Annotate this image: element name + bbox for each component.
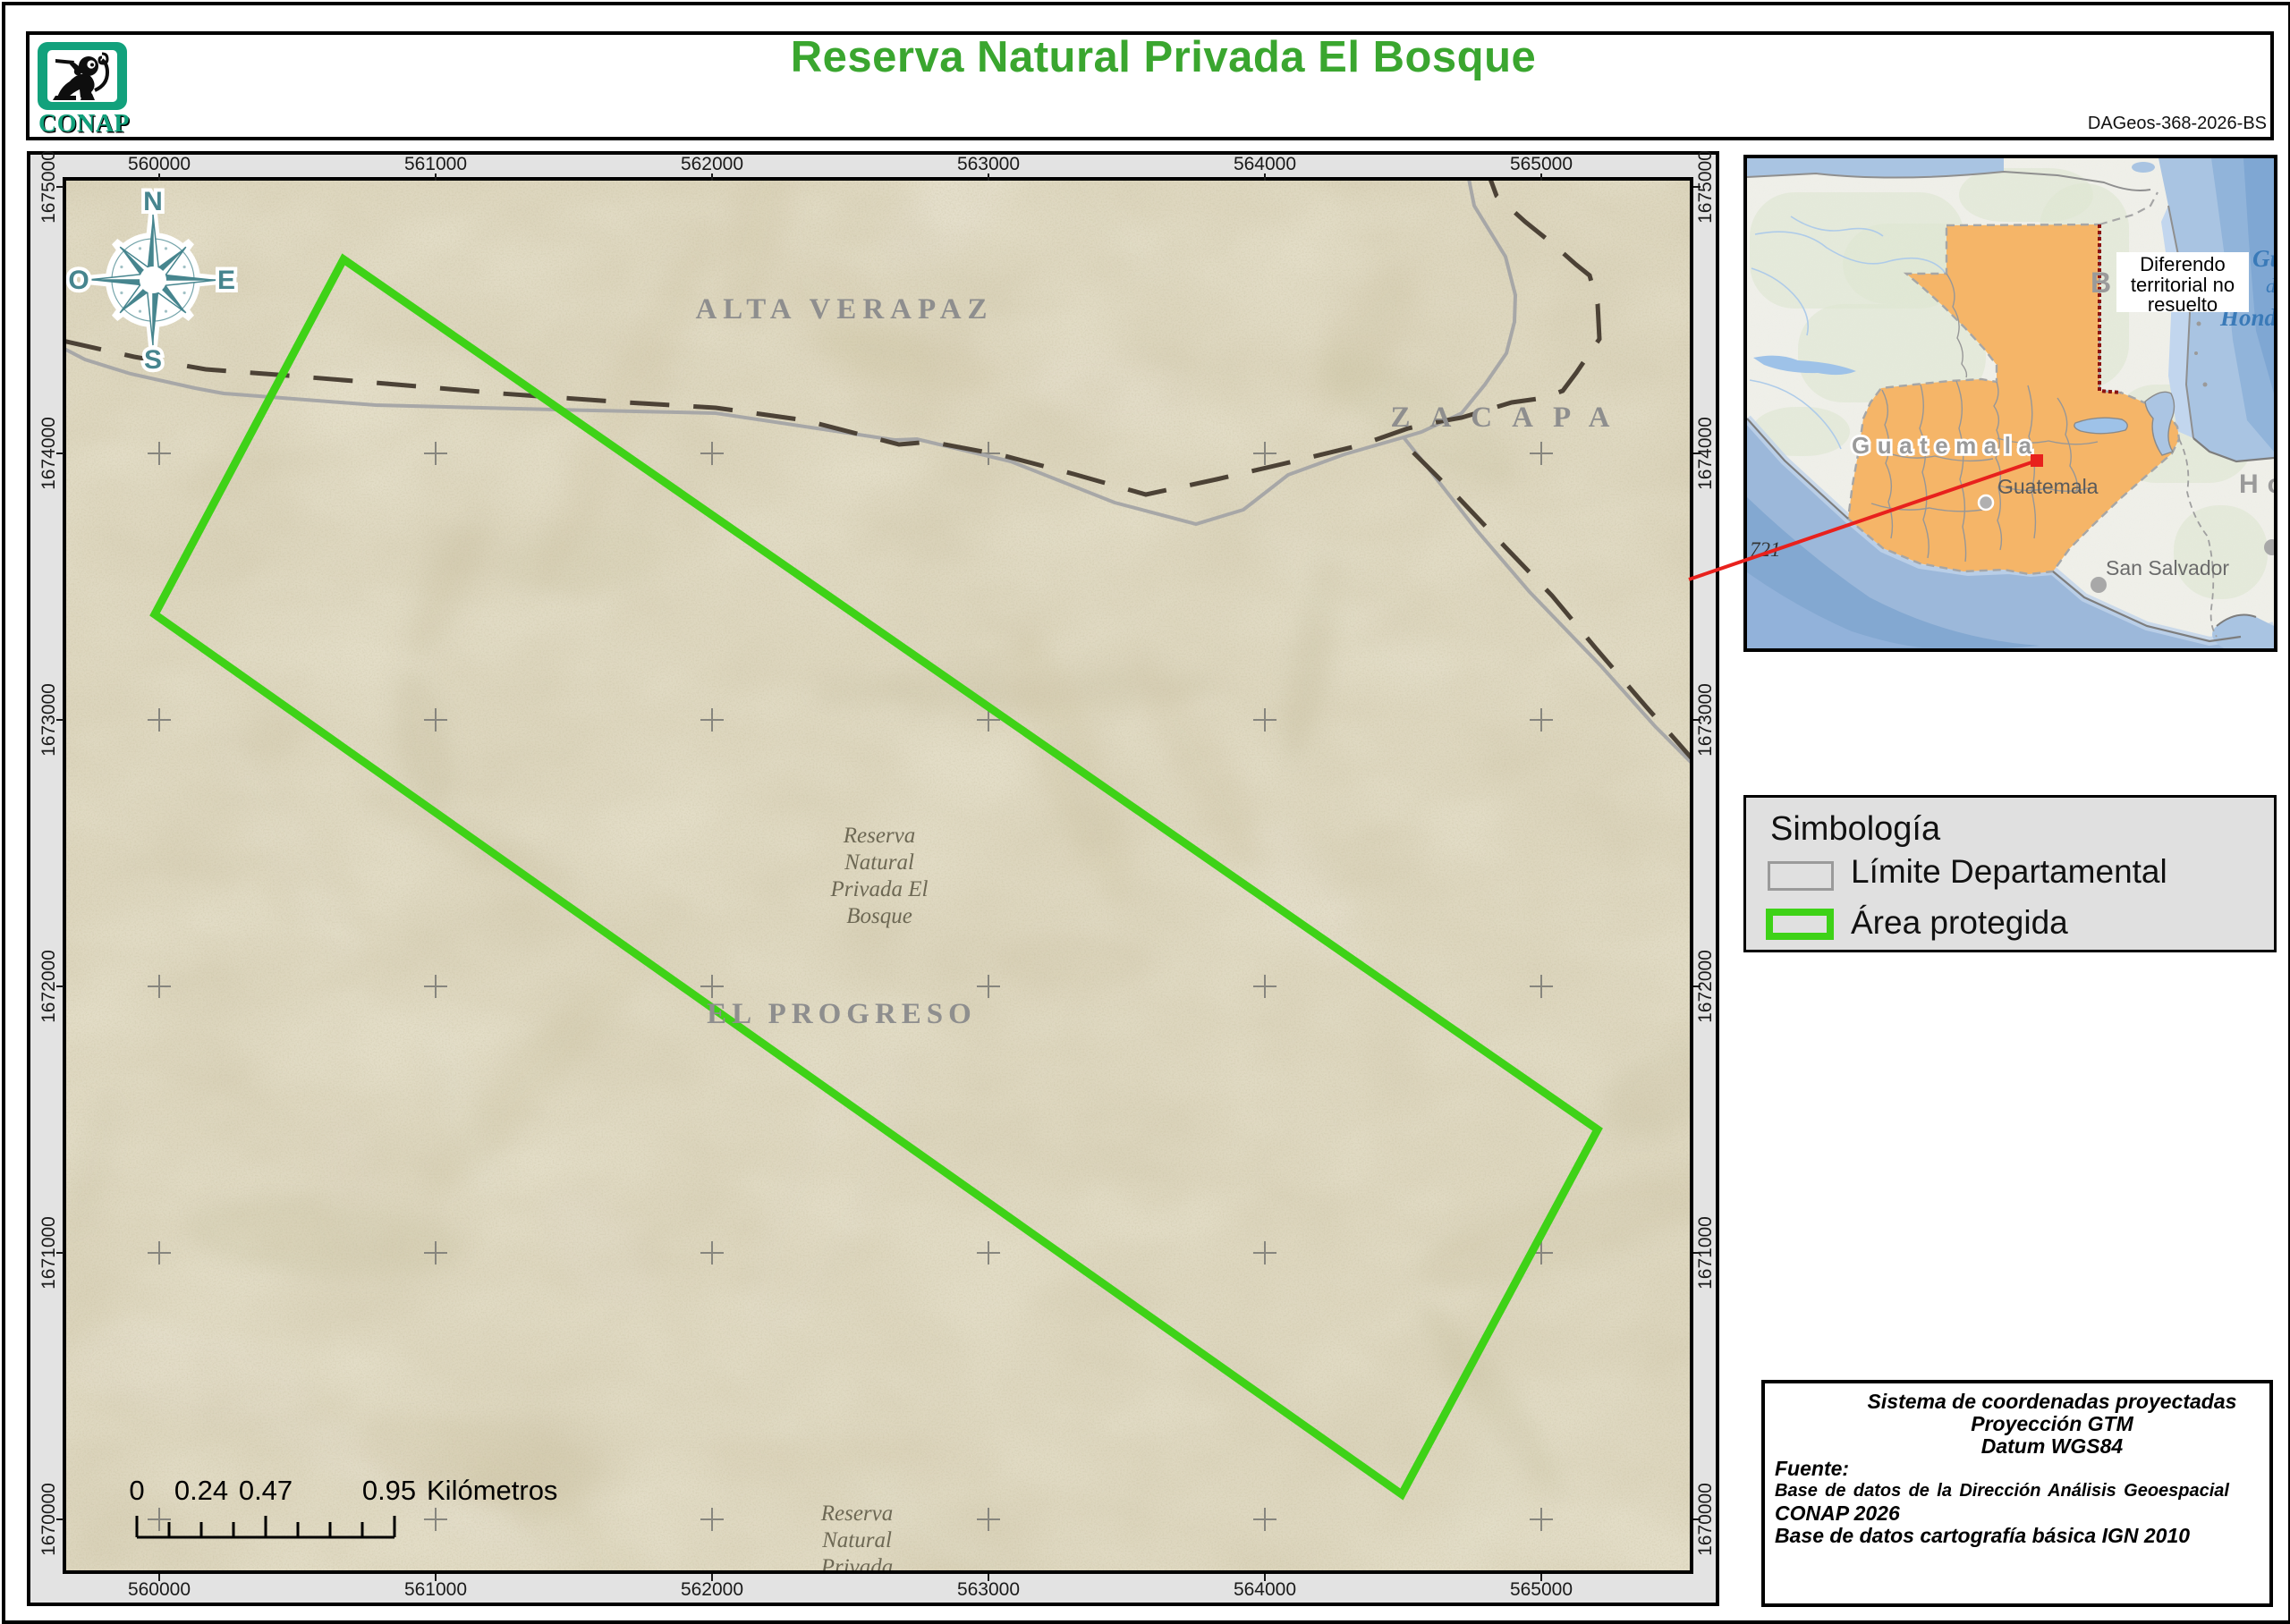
svg-text:721: 721 [1750, 538, 1781, 561]
svg-text:Gu: Gu [2252, 245, 2274, 272]
svg-text:0.24: 0.24 [174, 1475, 228, 1506]
svg-text:Reserva: Reserva [843, 824, 916, 848]
svg-text:E: E [217, 266, 235, 295]
svg-text:B: B [2091, 266, 2111, 299]
svg-text:resuelto: resuelto [2148, 293, 2218, 316]
svg-text:CONAP: CONAP [38, 110, 130, 135]
svg-text:Natural: Natural [844, 850, 914, 875]
svg-text:EL PROGRESO: EL PROGRESO [707, 998, 977, 1030]
svg-text:Privada El: Privada El [829, 877, 928, 901]
svg-text:ALTA VERAPAZ: ALTA VERAPAZ [695, 293, 993, 326]
svg-text:ZACAPA: ZACAPA [1390, 402, 1629, 434]
svg-text:Kilómetros: Kilómetros [427, 1475, 557, 1506]
svg-text:San Salvador: San Salvador [2106, 556, 2229, 579]
svg-text:Natural: Natural [821, 1528, 892, 1552]
svg-text:Guatemala: Guatemala [1852, 432, 2039, 459]
svg-text:0.95: 0.95 [362, 1475, 416, 1506]
svg-text:O: O [68, 266, 89, 295]
svg-text:N: N [143, 187, 163, 216]
svg-text:Reserva: Reserva [820, 1501, 894, 1526]
svg-text:Bosque: Bosque [846, 904, 912, 928]
svg-text:0: 0 [129, 1475, 144, 1506]
svg-text:Ho: Ho [2239, 469, 2274, 499]
svg-text:Privada: Privada [820, 1555, 894, 1570]
svg-text:S: S [144, 345, 162, 375]
svg-text:d: d [2266, 275, 2274, 297]
svg-text:Guatemala: Guatemala [1997, 475, 2099, 498]
svg-text:Diferendo: Diferendo [2140, 253, 2225, 275]
svg-text:0.47: 0.47 [239, 1475, 293, 1506]
